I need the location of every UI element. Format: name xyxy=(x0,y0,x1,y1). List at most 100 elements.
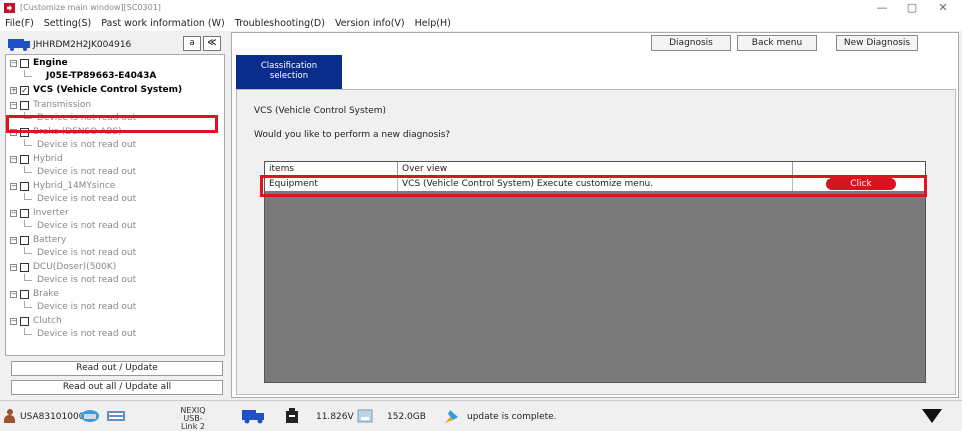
tree-child-label: Device is not read out xyxy=(37,140,137,150)
checkbox[interactable] xyxy=(20,59,29,68)
tab-classification-selection[interactable]: Classification selection xyxy=(236,55,342,89)
tree-item-hybrid-14my[interactable]: − Hybrid_14MYsince xyxy=(6,180,224,193)
collapse-icon[interactable]: − xyxy=(10,102,17,109)
tree-label: Battery xyxy=(33,235,67,245)
tree-label: VCS (Vehicle Control System) xyxy=(33,85,183,95)
checkbox[interactable] xyxy=(20,236,29,245)
checkbox[interactable] xyxy=(20,182,29,191)
main-panel: Diagnosis Back menu New Diagnosis Classi… xyxy=(231,32,959,398)
read-out-all-button[interactable]: Read out all / Update all xyxy=(11,380,223,395)
app-logo-icon xyxy=(4,3,15,13)
tree-item-inverter[interactable]: − Inverter xyxy=(6,207,224,220)
battery-icon xyxy=(286,408,298,423)
tab-label-line2: selection xyxy=(269,71,309,81)
tree-child-label: Device is not read out xyxy=(37,329,137,339)
column-header-action xyxy=(793,162,925,176)
menu-setting[interactable]: Setting(S) xyxy=(39,17,96,31)
disk-space: 152.0GB xyxy=(387,412,426,422)
tree-item-brake[interactable]: − Brake xyxy=(6,288,224,301)
checkbox[interactable] xyxy=(20,155,29,164)
tree-item-engine[interactable]: − Engine xyxy=(6,57,224,70)
left-panel: JHHRDM2H2JK004916 a ≪ − Engine J05E-TP89… xyxy=(3,32,227,398)
tree-label: Transmission xyxy=(33,100,92,110)
ecu-tree: − Engine J05E-TP89663-E4043A + ✓ VCS (Ve… xyxy=(5,54,225,356)
vcs-highlight-frame xyxy=(6,115,218,133)
user-icon xyxy=(4,409,15,423)
tree-child-label: Device is not read out xyxy=(37,248,137,258)
vehicle-connected-icon xyxy=(242,410,264,424)
tree-label: Hybrid xyxy=(33,154,63,164)
truck-icon xyxy=(8,39,30,51)
checkbox[interactable] xyxy=(20,209,29,218)
tree-item-hybrid[interactable]: − Hybrid xyxy=(6,153,224,166)
device-label: NEXIQ USB- Link 2 xyxy=(172,407,214,431)
checkbox[interactable] xyxy=(20,290,29,299)
tree-item-transmission[interactable]: − Transmission xyxy=(6,99,224,112)
collapse-icon[interactable]: − xyxy=(10,318,17,325)
collapse-icon[interactable]: − xyxy=(10,264,17,271)
collapse-icon[interactable]: − xyxy=(10,183,17,190)
collapse-icon[interactable]: − xyxy=(10,60,17,67)
tab-label-line1: Classification xyxy=(260,61,318,71)
menu-file[interactable]: File(F) xyxy=(0,17,39,31)
update-pin-icon xyxy=(445,410,458,423)
checkbox-checked[interactable]: ✓ xyxy=(20,86,29,95)
new-diagnosis-button[interactable]: New Diagnosis xyxy=(836,35,918,51)
tree-child-brake: Device is not read out xyxy=(6,301,224,314)
tree-label: Engine xyxy=(33,58,68,68)
tree-label: DCU(Doser)(500K) xyxy=(33,262,117,272)
diagnosis-button[interactable]: Diagnosis xyxy=(651,35,731,51)
dropdown-arrow-icon[interactable] xyxy=(922,409,942,423)
expand-icon[interactable]: + xyxy=(10,87,17,94)
menu-bar: File(F) Setting(S) Past work information… xyxy=(0,17,962,31)
tree-child-label: Device is not read out xyxy=(37,167,137,177)
window-title: [Customize main window][SC0301] xyxy=(20,3,161,12)
tree-child-label: Device is not read out xyxy=(37,302,137,312)
tree-child-inverter: Device is not read out xyxy=(6,220,224,233)
status-message: update is complete. xyxy=(467,412,557,422)
tree-label: Brake xyxy=(33,289,59,299)
read-out-update-button[interactable]: Read out / Update xyxy=(11,361,223,376)
collapse-icon[interactable]: − xyxy=(10,291,17,298)
maximize-button[interactable]: ▢ xyxy=(897,1,927,14)
checkbox[interactable] xyxy=(20,263,29,272)
menu-help[interactable]: Help(H) xyxy=(410,17,456,31)
title-bar: [Customize main window][SC0301] — ▢ ✕ xyxy=(0,0,962,17)
collapse-icon[interactable]: − xyxy=(10,156,17,163)
connection-icon xyxy=(107,411,125,421)
collapse-icon[interactable]: − xyxy=(10,237,17,244)
tree-child-label: Device is not read out xyxy=(37,221,137,231)
menu-version-info[interactable]: Version info(V) xyxy=(330,17,410,31)
a-button[interactable]: a xyxy=(183,36,201,51)
tree-child-label: Device is not read out xyxy=(37,275,137,285)
minimize-button[interactable]: — xyxy=(867,1,897,14)
menu-past-work[interactable]: Past work information (W) xyxy=(96,17,229,31)
tree-item-clutch[interactable]: − Clutch xyxy=(6,315,224,328)
checkbox[interactable] xyxy=(20,317,29,326)
diagnosis-question: Would you like to perform a new diagnosi… xyxy=(254,130,451,140)
vehicle-header: JHHRDM2H2JK004916 a ≪ xyxy=(5,35,225,55)
disk-icon xyxy=(357,409,373,423)
vehicle-vin: JHHRDM2H2JK004916 xyxy=(33,40,132,50)
tree-child-label: J05E-TP89663-E4043A xyxy=(46,71,157,81)
tree-label: Clutch xyxy=(33,316,62,326)
collapse-panel-button[interactable]: ≪ xyxy=(203,36,221,51)
collapse-icon[interactable]: − xyxy=(10,210,17,217)
voltage-value: 11.826V xyxy=(316,412,354,422)
close-button[interactable]: ✕ xyxy=(928,1,958,14)
tree-item-battery[interactable]: − Battery xyxy=(6,234,224,247)
tree-child-brake-denso: Device is not read out xyxy=(6,139,224,152)
column-header-items: items xyxy=(265,162,398,176)
back-menu-button[interactable]: Back menu xyxy=(737,35,817,51)
tree-item-vcs[interactable]: + ✓ VCS (Vehicle Control System) xyxy=(6,84,224,97)
column-header-overview: Over view xyxy=(398,162,793,176)
tree-item-dcu[interactable]: − DCU(Doser)(500K) xyxy=(6,261,224,274)
network-icon xyxy=(81,410,99,422)
tree-child-hybrid-14my: Device is not read out xyxy=(6,193,224,206)
content-area: VCS (Vehicle Control System) Would you l… xyxy=(236,89,956,395)
checkbox[interactable] xyxy=(20,101,29,110)
row-highlight-frame xyxy=(260,175,927,197)
tree-child-battery: Device is not read out xyxy=(6,247,224,260)
tree-child-label: Device is not read out xyxy=(37,194,137,204)
menu-troubleshooting[interactable]: Troubleshooting(D) xyxy=(230,17,330,31)
